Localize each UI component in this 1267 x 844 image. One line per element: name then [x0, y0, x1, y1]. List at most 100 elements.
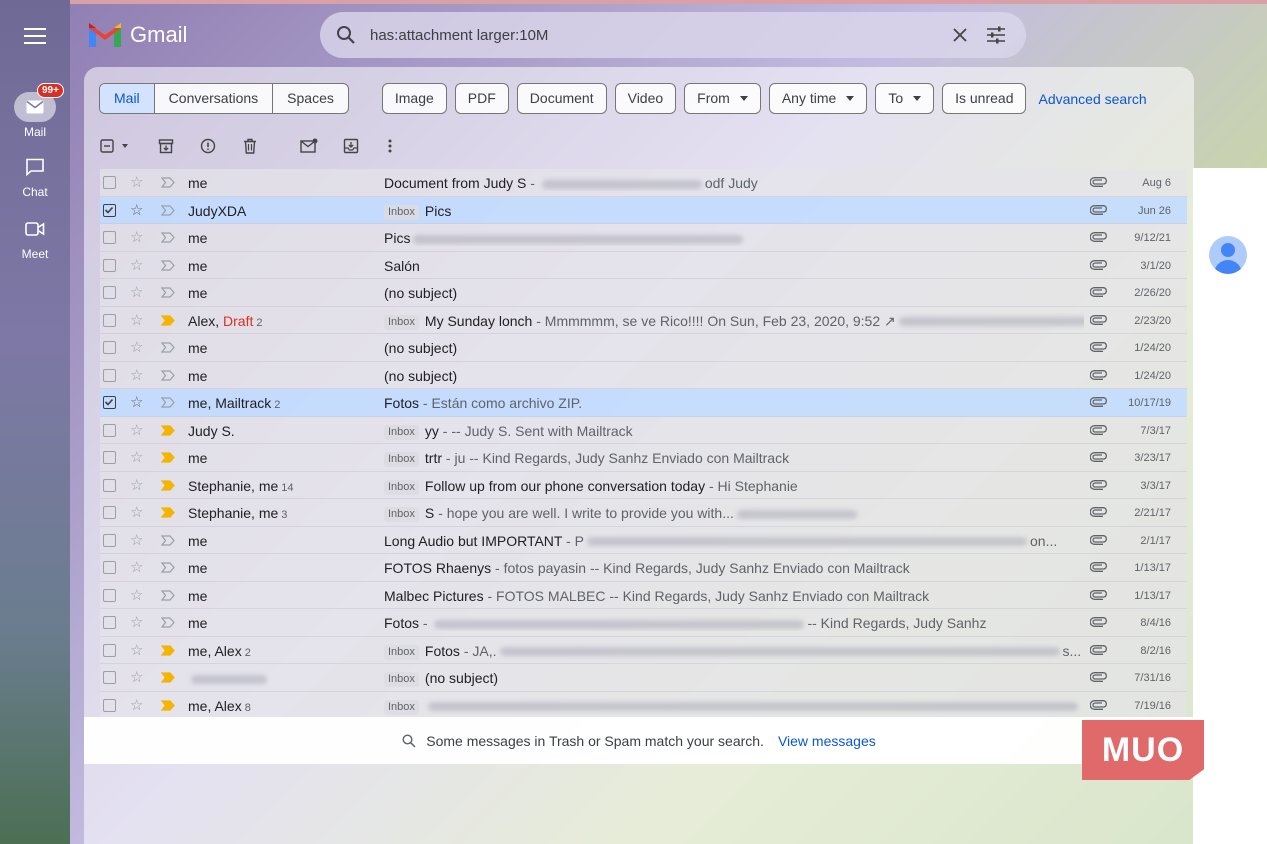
important-marker-icon[interactable] — [161, 589, 175, 601]
important-marker-icon[interactable] — [161, 534, 175, 546]
important-marker-icon[interactable] — [161, 342, 175, 353]
important-marker-icon[interactable] — [161, 177, 175, 188]
important-marker-icon[interactable] — [161, 204, 175, 216]
star-icon[interactable]: ☆ — [130, 258, 143, 273]
segment-spaces[interactable]: Spaces — [273, 84, 348, 113]
clear-search-button[interactable] — [946, 21, 974, 49]
message-row[interactable]: ☆ me (no subject) 1/24/20 — [100, 361, 1187, 389]
row-checkbox[interactable] — [103, 561, 116, 574]
star-icon[interactable]: ☆ — [130, 423, 143, 438]
star-icon[interactable]: ☆ — [130, 368, 143, 383]
archive-button[interactable] — [156, 136, 176, 156]
chip-any-time-dropdown[interactable]: Any time — [768, 83, 868, 114]
message-row[interactable]: ☆ me Long Audio but IMPORTANT - Pon... 2/1/… — [100, 526, 1187, 554]
star-icon[interactable]: ☆ — [130, 505, 143, 520]
row-checkbox[interactable] — [103, 588, 116, 602]
message-row[interactable]: ☆ me Malbec Pictures - FOTOS MALBEC -- Kin… — [100, 581, 1187, 609]
important-marker-icon[interactable] — [161, 259, 175, 271]
row-checkbox[interactable] — [103, 506, 116, 519]
chip-image[interactable]: Image — [381, 83, 447, 114]
segment-conversations[interactable]: Conversations — [155, 84, 274, 113]
row-checkbox[interactable] — [103, 286, 116, 299]
important-marker-icon[interactable] — [161, 424, 175, 436]
important-marker-icon[interactable] — [161, 479, 175, 491]
rail-item-mail[interactable]: 99+ Mail — [4, 83, 66, 139]
important-marker-icon[interactable] — [161, 232, 175, 243]
search-input[interactable] — [370, 26, 938, 44]
important-marker-icon[interactable] — [161, 617, 175, 628]
important-marker-icon[interactable] — [161, 672, 175, 683]
star-icon[interactable]: ☆ — [130, 285, 143, 300]
message-row[interactable]: ☆ JudyXDA Inbox Pics Jun 26 — [100, 196, 1187, 224]
message-row[interactable]: ☆ me Fotos - -- Kind Regards, Judy Sanhz 8/… — [100, 609, 1187, 637]
advanced-search-link[interactable]: Advanced search — [1038, 91, 1146, 107]
delete-button[interactable] — [240, 136, 260, 156]
important-marker-icon[interactable] — [161, 397, 175, 408]
message-row[interactable]: ☆ me (no subject) 2/26/20 — [100, 279, 1187, 307]
message-row[interactable]: ☆ me, Alex 2 Inbox Fotos - JA,. s... 8/2/16 — [100, 636, 1187, 664]
star-icon[interactable]: ☆ — [130, 313, 143, 328]
message-row[interactable]: ☆ me Inbox trtr - ju -- Kind Regards, Judy … — [100, 444, 1187, 472]
report-spam-button[interactable] — [198, 136, 218, 156]
row-checkbox[interactable] — [103, 643, 116, 657]
message-row[interactable]: ☆ Stephanie, me 14 Inbox Follow up from our … — [100, 471, 1187, 499]
row-checkbox[interactable] — [103, 258, 116, 272]
important-marker-icon[interactable] — [161, 452, 175, 463]
mark-as-read-button[interactable] — [299, 136, 319, 156]
chip-document[interactable]: Document — [516, 83, 607, 114]
row-checkbox[interactable] — [103, 368, 116, 382]
star-icon[interactable]: ☆ — [130, 478, 143, 493]
row-checkbox[interactable] — [103, 698, 116, 712]
star-icon[interactable]: ☆ — [130, 203, 143, 218]
rail-item-chat[interactable]: Chat — [4, 152, 66, 199]
star-icon[interactable]: ☆ — [130, 588, 143, 603]
message-row[interactable]: ☆ Alex, Draft 2 Inbox My Sunday lonch - Mmmm… — [100, 306, 1187, 334]
chip-to-dropdown[interactable]: To — [875, 83, 935, 114]
message-row[interactable]: ☆ me (no subject) 1/24/20 — [100, 334, 1187, 362]
row-checkbox[interactable] — [103, 616, 116, 629]
message-row[interactable]: ☆ me, Mailtrack 2 Fotos - Están como archiv… — [100, 389, 1187, 417]
star-icon[interactable]: ☆ — [130, 230, 143, 245]
star-icon[interactable]: ☆ — [130, 698, 143, 713]
row-checkbox[interactable] — [103, 231, 116, 244]
star-icon[interactable]: ☆ — [130, 533, 143, 548]
important-marker-icon[interactable] — [161, 699, 175, 711]
row-checkbox[interactable] — [103, 533, 116, 547]
important-marker-icon[interactable] — [161, 287, 175, 298]
row-checkbox[interactable] — [103, 396, 116, 409]
star-icon[interactable]: ☆ — [130, 560, 143, 575]
search-icon[interactable] — [336, 25, 356, 45]
row-checkbox[interactable] — [103, 341, 116, 354]
important-marker-icon[interactable] — [161, 562, 175, 573]
row-checkbox[interactable] — [103, 423, 116, 437]
more-options-button[interactable] — [380, 136, 400, 156]
segment-mail[interactable]: Mail — [100, 84, 155, 113]
message-row[interactable]: ☆ me Salón 3/1/20 — [100, 251, 1187, 279]
important-marker-icon[interactable] — [161, 507, 175, 518]
message-row[interactable]: ☆ Inbox (no subject) 7/31/16 — [100, 664, 1187, 692]
row-checkbox[interactable] — [103, 313, 116, 327]
message-row[interactable]: ☆ me, Alex 8 Inbox 7/19/16 — [100, 691, 1187, 719]
star-icon[interactable]: ☆ — [130, 670, 143, 685]
row-checkbox[interactable] — [103, 176, 116, 189]
select-all-button[interactable] — [100, 136, 134, 156]
row-checkbox[interactable] — [103, 478, 116, 492]
main-menu-icon[interactable] — [24, 28, 46, 44]
message-row[interactable]: ☆ me Pics 9/12/21 — [100, 224, 1187, 252]
move-to-button[interactable] — [341, 136, 361, 156]
star-icon[interactable]: ☆ — [130, 175, 143, 190]
search-options-button[interactable] — [982, 21, 1010, 49]
message-row[interactable]: ☆ me FOTOS Rhaenys - fotos payasin -- Kind… — [100, 554, 1187, 582]
star-icon[interactable]: ☆ — [130, 643, 143, 658]
star-icon[interactable]: ☆ — [130, 340, 143, 355]
star-icon[interactable]: ☆ — [130, 450, 143, 465]
message-row[interactable]: ☆ Judy S. Inbox yy - -- Judy S. Sent with M… — [100, 416, 1187, 444]
star-icon[interactable]: ☆ — [130, 615, 143, 630]
row-checkbox[interactable] — [103, 671, 116, 684]
chip-is-unread[interactable]: Is unread — [942, 83, 1027, 114]
chip-from-dropdown[interactable]: From — [684, 83, 761, 114]
important-marker-icon[interactable] — [161, 314, 175, 326]
avatar[interactable] — [1209, 236, 1247, 274]
view-messages-link[interactable]: View messages — [778, 733, 876, 749]
chip-video[interactable]: Video — [614, 83, 677, 114]
